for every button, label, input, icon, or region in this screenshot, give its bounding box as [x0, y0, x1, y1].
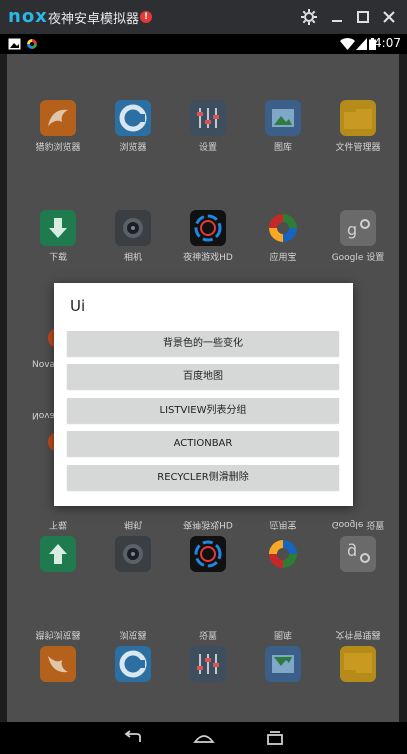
gallery-icon: [265, 100, 301, 136]
dialog-title: Ui: [70, 297, 86, 315]
settings-sliders-icon: [190, 100, 226, 136]
listview-group-button[interactable]: LISTVIEW列表分组: [67, 398, 339, 423]
browser-icon: [115, 646, 151, 682]
yingyongbao-icon: [265, 536, 301, 572]
ui-menu-dialog: Ui 背景色的一些变化 百度地图 LISTVIEW列表分组 ACTIONBAR …: [54, 283, 353, 506]
download-icon: [40, 210, 76, 246]
app-label: 文件管理器: [335, 143, 381, 153]
nox-game-hd-icon: [190, 210, 226, 246]
settings-gear-icon[interactable]: [300, 8, 318, 26]
app-browser-reflection: 浏览器: [93, 629, 173, 682]
app-file-manager-reflection: 文件管理器: [318, 629, 398, 682]
app-label: 浏览器: [119, 143, 147, 153]
wifi-icon: [340, 38, 355, 50]
app-nox-game-hd-reflection: 夜神游戏HD: [168, 519, 248, 572]
liebao-browser-icon: [40, 646, 76, 682]
app-yingyongbao-reflection: 应用宝: [243, 519, 323, 572]
app-label: 浏览器: [119, 629, 147, 639]
download-icon: [40, 536, 76, 572]
actionbar-button[interactable]: ACTIONBAR: [67, 431, 339, 456]
svg-text:g: g: [347, 220, 357, 239]
app-label: 设置: [198, 629, 217, 639]
app-label: 相机: [123, 253, 142, 263]
yingyongbao-icon: [265, 210, 301, 246]
recycler-swipe-delete-button[interactable]: RECYCLER侧滑删除: [67, 465, 339, 490]
window-title: 夜神安卓模拟器: [48, 12, 140, 27]
app-label: 下载: [48, 519, 67, 529]
baidu-map-button[interactable]: 百度地图: [67, 364, 339, 389]
google-settings-icon: g: [340, 536, 376, 572]
camera-icon: [115, 210, 151, 246]
gallery-icon: [265, 646, 301, 682]
app-label: 应用宝: [269, 253, 297, 263]
app-label: 夜神游戏HD: [183, 519, 233, 529]
camera-icon: [115, 536, 151, 572]
app-label: 图库: [273, 629, 292, 639]
app-label: 应用宝: [269, 519, 297, 529]
browser-icon: [115, 100, 151, 136]
close-icon[interactable]: [380, 8, 398, 26]
app-yingyongbao[interactable]: 应用宝: [243, 210, 323, 263]
folder-icon: [340, 100, 376, 136]
app-label: Google 设置: [331, 519, 385, 529]
app-notification-icon: [27, 39, 37, 49]
recent-apps-icon[interactable]: [264, 730, 286, 746]
svg-text:g: g: [347, 543, 357, 562]
settings-sliders-icon: [190, 646, 226, 682]
app-downloads-reflection: 下载: [18, 519, 98, 572]
emulator-title-bar: nox 夜神安卓模拟器 !: [0, 0, 407, 34]
gallery-notification-icon: [8, 38, 21, 50]
app-label: 相机: [123, 519, 142, 529]
app-liebao-browser[interactable]: 猎豹浏览器: [18, 100, 98, 153]
alert-icon[interactable]: !: [140, 11, 152, 23]
app-label: 猎豹浏览器: [35, 629, 81, 639]
app-label: 下载: [48, 253, 67, 263]
home-icon[interactable]: [193, 730, 215, 746]
back-icon[interactable]: [122, 730, 144, 746]
app-settings-reflection: 设置: [168, 629, 248, 682]
app-downloads[interactable]: 下载: [18, 210, 98, 263]
nox-logo: nox: [8, 6, 48, 27]
signal-icon: [356, 38, 367, 50]
navigation-bar: [0, 722, 407, 754]
background-color-button[interactable]: 背景色的一些变化: [67, 331, 339, 356]
app-label: Google 设置: [331, 253, 385, 263]
app-google-settings-reflection: g Google 设置: [318, 519, 398, 572]
google-settings-icon: g: [340, 210, 376, 246]
app-liebao-browser-reflection: 猎豹浏览器: [18, 629, 98, 682]
liebao-browser-icon: [40, 100, 76, 136]
status-bar: 4:07: [0, 34, 407, 54]
app-gallery-reflection: 图库: [243, 629, 323, 682]
app-file-manager[interactable]: 文件管理器: [318, 100, 398, 153]
folder-icon: [340, 646, 376, 682]
status-time: 4:07: [374, 36, 401, 50]
app-camera-reflection: 相机: [93, 519, 173, 572]
app-camera[interactable]: 相机: [93, 210, 173, 263]
app-label: 设置: [198, 143, 217, 153]
app-label: 夜神游戏HD: [183, 253, 233, 263]
app-label: 猎豹浏览器: [35, 143, 81, 153]
app-browser[interactable]: 浏览器: [93, 100, 173, 153]
app-nox-game-hd[interactable]: 夜神游戏HD: [168, 210, 248, 263]
app-settings[interactable]: 设置: [168, 100, 248, 153]
app-label: 文件管理器: [335, 629, 381, 639]
maximize-icon[interactable]: [354, 8, 372, 26]
minimize-icon[interactable]: [328, 8, 346, 26]
app-label: 图库: [273, 143, 292, 153]
nox-game-hd-icon: [190, 536, 226, 572]
app-gallery[interactable]: 图库: [243, 100, 323, 153]
app-google-settings[interactable]: g Google 设置: [318, 210, 398, 263]
